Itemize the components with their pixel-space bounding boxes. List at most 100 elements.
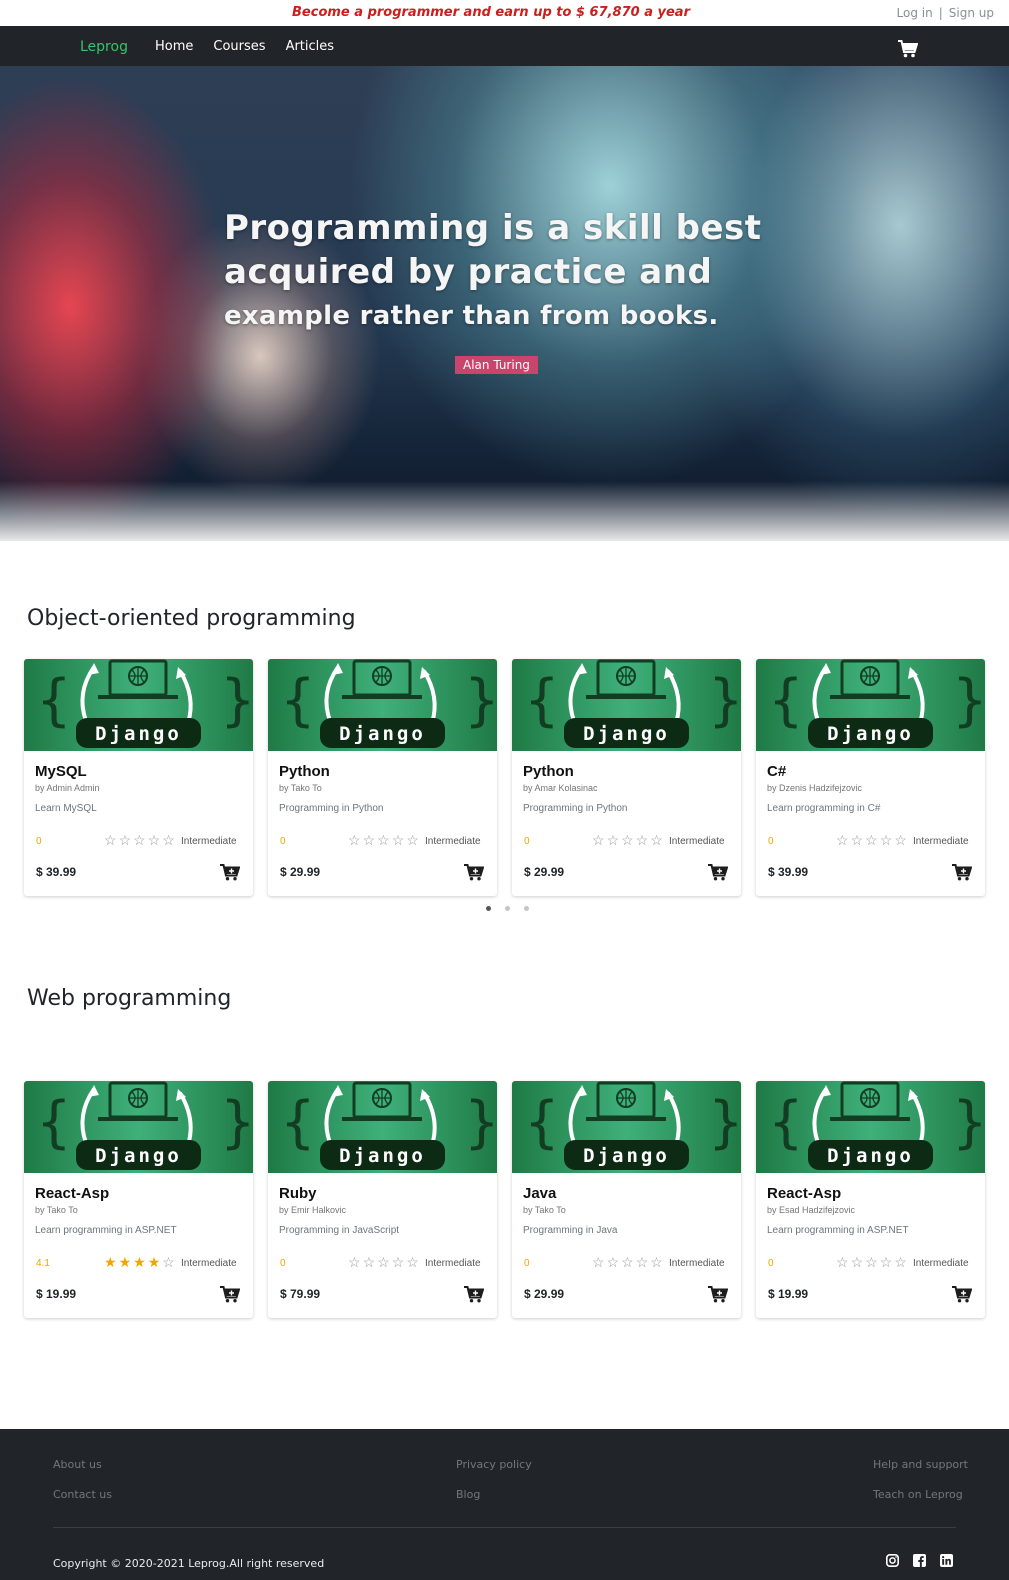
- add-to-cart-icon[interactable]: [952, 1286, 973, 1303]
- star-filled-icon: ★: [147, 1254, 161, 1270]
- course-author: by Amar Kolasinac: [523, 783, 598, 793]
- course-level: Intermediate: [913, 1258, 969, 1269]
- thumb-label: Django: [95, 1145, 182, 1167]
- add-to-cart-icon[interactable]: [220, 864, 241, 881]
- star-empty-icon: ☆: [162, 1254, 175, 1270]
- rating-stars: ☆ ☆ ☆ ☆ ☆: [592, 1254, 663, 1271]
- star-empty-icon: ☆: [836, 1254, 849, 1270]
- course-title[interactable]: Ruby: [279, 1185, 317, 1202]
- course-level: Intermediate: [181, 1258, 237, 1269]
- course-card[interactable]: {} Django Python by Tako To Programming in P…: [268, 659, 497, 896]
- course-title[interactable]: React-Asp: [767, 1185, 841, 1202]
- course-card[interactable]: {} Django React-Asp by Esad Hadzifejzovic Le…: [756, 1081, 985, 1318]
- course-level: Intermediate: [425, 1258, 481, 1269]
- course-author: by Emir Halkovic: [279, 1205, 347, 1215]
- svg-text:{: {: [280, 668, 316, 733]
- course-thumbnail[interactable]: {} Django: [756, 659, 985, 751]
- star-empty-icon: ☆: [879, 832, 893, 848]
- footer-help-link[interactable]: Help and support: [873, 1458, 968, 1471]
- brand-logo[interactable]: Leprog: [80, 39, 128, 55]
- add-to-cart-icon[interactable]: [220, 1286, 241, 1303]
- course-author: by Dzenis Hadzifejzovic: [767, 783, 863, 793]
- course-card[interactable]: {} Django C# by Dzenis Hadzifejzovic Learn p…: [756, 659, 985, 896]
- nav-links: Home Courses Articles: [155, 39, 334, 54]
- section-title-oop: Object-oriented programming: [27, 606, 356, 631]
- navbar: Leprog Home Courses Articles: [0, 26, 1009, 66]
- carousel-dot-3[interactable]: [524, 906, 529, 911]
- course-level: Intermediate: [913, 836, 969, 847]
- star-empty-icon: ☆: [650, 832, 663, 848]
- auth-separator: |: [938, 6, 943, 20]
- footer-about-link[interactable]: About us: [53, 1458, 112, 1471]
- star-empty-icon: ☆: [850, 832, 864, 848]
- star-empty-icon: ☆: [391, 832, 405, 848]
- signup-link[interactable]: Sign up: [949, 6, 994, 20]
- course-thumbnail[interactable]: {} Django: [24, 1081, 253, 1173]
- footer-privacy-link[interactable]: Privacy policy: [456, 1458, 532, 1471]
- course-level: Intermediate: [425, 836, 481, 847]
- course-level: Intermediate: [669, 1258, 725, 1269]
- add-to-cart-icon[interactable]: [464, 864, 485, 881]
- thumb-label: Django: [95, 723, 182, 745]
- course-card[interactable]: {} Django Java by Tako To Programming in Jav…: [512, 1081, 741, 1318]
- star-empty-icon: ☆: [348, 832, 361, 848]
- course-title[interactable]: C#: [767, 763, 786, 780]
- course-title[interactable]: Python: [523, 763, 574, 780]
- star-empty-icon: ☆: [621, 832, 634, 848]
- footer-teach-link[interactable]: Teach on Leprog: [873, 1488, 968, 1501]
- add-to-cart-icon[interactable]: [464, 1286, 485, 1303]
- star-empty-icon: ☆: [650, 1254, 663, 1270]
- course-thumbnail[interactable]: {} Django: [512, 659, 741, 751]
- course-card[interactable]: {} Django React-Asp by Tako To Learn program…: [24, 1081, 253, 1318]
- star-empty-icon: ☆: [635, 832, 649, 848]
- carousel-dot-1[interactable]: [486, 906, 491, 911]
- course-price: $ 29.99: [524, 1287, 565, 1301]
- course-title[interactable]: MySQL: [35, 763, 87, 780]
- star-empty-icon: ☆: [406, 832, 419, 848]
- course-carousel-oop: {} Django MySQL by Admin Admin Learn MySQL 0 ☆…: [24, 659, 985, 896]
- nav-home[interactable]: Home: [155, 39, 193, 54]
- star-empty-icon: ☆: [865, 1254, 878, 1270]
- add-to-cart-icon[interactable]: [708, 864, 729, 881]
- login-link[interactable]: Log in: [897, 6, 933, 20]
- course-thumbnail[interactable]: {} Django: [24, 659, 253, 751]
- course-rating: 4.1: [36, 1258, 50, 1269]
- instagram-icon[interactable]: [886, 1554, 899, 1567]
- facebook-icon[interactable]: [913, 1554, 926, 1567]
- nav-articles[interactable]: Articles: [286, 39, 334, 54]
- course-price: $ 29.99: [524, 865, 565, 879]
- course-author: by Tako To: [35, 1205, 78, 1215]
- star-empty-icon: ☆: [162, 832, 175, 848]
- course-title[interactable]: Java: [523, 1185, 556, 1202]
- footer-contact-link[interactable]: Contact us: [53, 1488, 112, 1501]
- quote-author-badge: Alan Turing: [455, 356, 538, 374]
- course-card[interactable]: {} Django Python by Amar Kolasinac Programmi…: [512, 659, 741, 896]
- thumb-label: Django: [339, 723, 426, 745]
- star-empty-icon: ☆: [606, 832, 620, 848]
- quote-line-2: acquired by practice and: [224, 252, 713, 292]
- cart-icon[interactable]: [898, 40, 918, 58]
- add-to-cart-icon[interactable]: [952, 864, 973, 881]
- rating-stars: ☆ ☆ ☆ ☆ ☆: [592, 832, 663, 849]
- course-thumbnail[interactable]: {} Django: [512, 1081, 741, 1173]
- thumb-label: Django: [339, 1145, 426, 1167]
- course-title[interactable]: Python: [279, 763, 330, 780]
- star-filled-icon: ★: [118, 1254, 132, 1270]
- course-rating: 0: [524, 1258, 530, 1269]
- course-author: by Tako To: [523, 1205, 566, 1215]
- nav-courses[interactable]: Courses: [213, 39, 265, 54]
- linkedin-icon[interactable]: [940, 1554, 953, 1567]
- course-thumbnail[interactable]: {} Django: [756, 1081, 985, 1173]
- footer-blog-link[interactable]: Blog: [456, 1488, 532, 1501]
- svg-text:{: {: [768, 668, 804, 733]
- course-thumbnail[interactable]: {} Django: [268, 1081, 497, 1173]
- auth-links: Log in | Sign up: [897, 6, 994, 20]
- footer-col-3: Help and support Teach on Leprog: [873, 1458, 968, 1518]
- course-card[interactable]: {} Django MySQL by Admin Admin Learn MySQL 0 ☆…: [24, 659, 253, 896]
- course-title[interactable]: React-Asp: [35, 1185, 109, 1202]
- course-card[interactable]: {} Django Ruby by Emir Halkovic Programming …: [268, 1081, 497, 1318]
- course-thumbnail[interactable]: {} Django: [268, 659, 497, 751]
- star-empty-icon: ☆: [592, 1254, 605, 1270]
- add-to-cart-icon[interactable]: [708, 1286, 729, 1303]
- carousel-dot-2[interactable]: [505, 906, 510, 911]
